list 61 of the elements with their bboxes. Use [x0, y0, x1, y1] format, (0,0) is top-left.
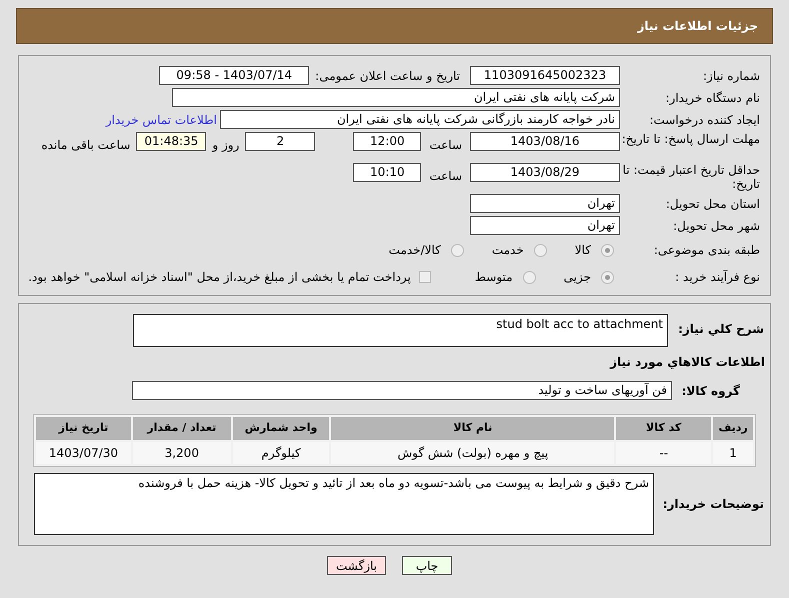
table-cell: 3,200: [132, 442, 231, 464]
field-label: گروه کالا:: [680, 382, 741, 400]
field-label: توضیحات خریدار:: [662, 496, 765, 513]
field-label: شهر محل تحویل:: [672, 218, 761, 232]
column-header: نام کالا: [331, 417, 614, 440]
table-cell: پیچ و مهره (بولت) شش گوش: [331, 442, 614, 464]
print-button[interactable]: چاپ: [402, 556, 452, 575]
table-cell: کیلوگرم: [232, 442, 330, 464]
radio-label: کالا: [574, 242, 591, 259]
radio-label: کالا/خدمت: [388, 242, 441, 259]
checkbox[interactable]: [418, 271, 431, 283]
table-cell: --: [616, 442, 712, 464]
column-header: کد کالا: [616, 417, 712, 440]
announce-date-field[interactable]: 1403/07/14 - 09:58: [159, 66, 310, 85]
field-label: شرح کلي نياز:: [677, 321, 765, 338]
field-label: مهلت ارسال پاسخ: تا تاریخ:: [620, 132, 761, 146]
city-field[interactable]: تهران: [470, 216, 620, 235]
buyer-field[interactable]: شرکت پایانه های نفتی ایران: [172, 88, 620, 107]
requester-field[interactable]: نادر خواجه کارمند بازرگانی شرکت پایانه های نفتی ایران: [220, 110, 620, 129]
need-number-field[interactable]: 1103091645002323: [470, 66, 620, 85]
section-heading: اطلاعات كالاهاي مورد نياز: [608, 354, 766, 371]
radio-button[interactable]: [601, 270, 614, 284]
radio-label: جزیی: [564, 269, 591, 286]
table-cell: 1403/07/30: [36, 442, 131, 464]
label-text: ساعت باقی مانده: [41, 138, 130, 152]
label-text: روز و: [212, 138, 240, 152]
table-cell: 1: [713, 442, 753, 464]
field-label: ایجاد کننده درخواست:: [648, 112, 761, 126]
label-text: تاریخ و ساعت اعلان عمومی:: [315, 68, 460, 84]
label-text: ساعت: [429, 169, 462, 183]
radio-button[interactable]: [522, 270, 536, 284]
deadline-time-field[interactable]: 12:00: [353, 132, 422, 151]
field-label: حداقل تاریخ اعتبار قیمت: تا تاریخ:: [622, 163, 761, 191]
validity-time-field[interactable]: 10:10: [353, 163, 422, 182]
column-header: تعداد / مقدار: [132, 417, 231, 440]
field-label: نوع فرآیند خرید :: [674, 270, 761, 284]
field-label: شماره نیاز:: [702, 68, 761, 82]
validity-date-field[interactable]: 1403/08/29: [470, 163, 620, 182]
radio-button[interactable]: [450, 244, 464, 256]
field-label: استان محل تحویل:: [664, 196, 761, 210]
field-label: طبقه بندی موضوعی:: [652, 243, 761, 257]
radio-button[interactable]: [601, 244, 614, 256]
field-label: نام دستگاه خریدار:: [664, 90, 761, 104]
page-title: جزئیات اطلاعات نیاز: [637, 18, 758, 35]
column-header: ردیف: [713, 417, 753, 440]
column-header: تاریخ نیاز: [36, 417, 131, 440]
goods-group-field[interactable]: فن آوریهای ساخت و تولید: [132, 381, 672, 400]
summary-textarea[interactable]: stud bolt acc to attachment: [133, 314, 668, 347]
radio-label: خدمت: [492, 242, 524, 259]
province-field[interactable]: تهران: [470, 194, 620, 213]
days-field[interactable]: 2: [245, 132, 316, 151]
radio-button[interactable]: [534, 244, 547, 256]
buyer-notes-textarea[interactable]: شرح دقیق و شرایط به پیوست می باشد-تسویه دو ماه بعد از تائید و تحویل کالا- هزینه حمل با فروشنده: [34, 473, 654, 535]
radio-label: متوسط: [474, 269, 513, 286]
back-button[interactable]: بازگشت: [327, 556, 386, 575]
checkbox-label: پرداخت تمام یا بخشی از مبلغ خرید،از محل "اسناد خزانه اسلامی" خواهد بود.: [28, 269, 411, 286]
remaining-time-field[interactable]: 01:48:35: [136, 132, 206, 151]
deadline-date-field[interactable]: 1403/08/16: [470, 132, 620, 151]
contact-link[interactable]: اطلاعات تماس خریدار: [106, 110, 217, 128]
label-text: ساعت: [429, 138, 462, 152]
column-header: واحد شمارش: [232, 417, 330, 440]
